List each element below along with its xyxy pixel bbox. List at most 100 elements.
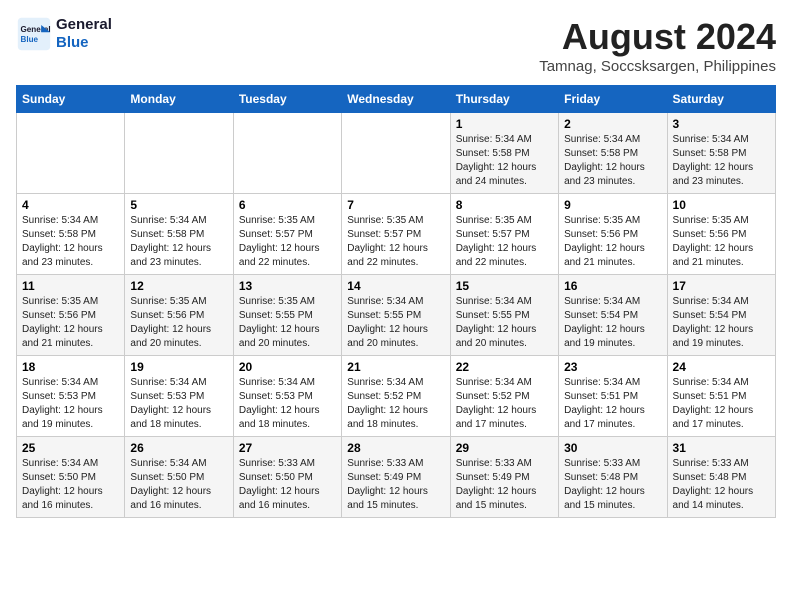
day-info: Sunrise: 5:34 AMSunset: 5:51 PMDaylight:…: [564, 376, 661, 432]
calendar-cell: 29 Sunrise: 5:33 AMSunset: 5:49 PMDayligh…: [450, 437, 558, 518]
day-number: 3: [673, 117, 770, 131]
day-info: Sunrise: 5:33 AMSunset: 5:50 PMDaylight:…: [239, 457, 336, 513]
day-number: 22: [456, 360, 553, 374]
day-number: 9: [564, 198, 661, 212]
calendar-cell: 2 Sunrise: 5:34 AMSunset: 5:58 PMDaylight…: [559, 113, 667, 194]
day-info: Sunrise: 5:34 AMSunset: 5:52 PMDaylight:…: [456, 376, 553, 432]
calendar-cell: 30 Sunrise: 5:33 AMSunset: 5:48 PMDayligh…: [559, 437, 667, 518]
day-info: Sunrise: 5:34 AMSunset: 5:58 PMDaylight:…: [130, 214, 227, 270]
day-info: Sunrise: 5:34 AMSunset: 5:58 PMDaylight:…: [22, 214, 119, 270]
week-row-3: 11 Sunrise: 5:35 AMSunset: 5:56 PMDayligh…: [17, 275, 776, 356]
day-info: Sunrise: 5:34 AMSunset: 5:58 PMDaylight:…: [564, 133, 661, 189]
calendar-cell: [17, 113, 125, 194]
day-number: 16: [564, 279, 661, 293]
day-number: 11: [22, 279, 119, 293]
title-area: August 2024 Tamnag, Soccsksargen, Philip…: [539, 16, 776, 75]
day-info: Sunrise: 5:35 AMSunset: 5:57 PMDaylight:…: [456, 214, 553, 270]
day-info: Sunrise: 5:35 AMSunset: 5:55 PMDaylight:…: [239, 295, 336, 351]
calendar-cell: 13 Sunrise: 5:35 AMSunset: 5:55 PMDayligh…: [233, 275, 341, 356]
calendar-cell: 3 Sunrise: 5:34 AMSunset: 5:58 PMDaylight…: [667, 113, 775, 194]
logo-icon: General Blue: [16, 16, 52, 52]
day-number: 20: [239, 360, 336, 374]
day-info: Sunrise: 5:34 AMSunset: 5:58 PMDaylight:…: [673, 133, 770, 189]
calendar-cell: 31 Sunrise: 5:33 AMSunset: 5:48 PMDayligh…: [667, 437, 775, 518]
day-number: 13: [239, 279, 336, 293]
calendar-cell: 18 Sunrise: 5:34 AMSunset: 5:53 PMDayligh…: [17, 356, 125, 437]
day-info: Sunrise: 5:34 AMSunset: 5:55 PMDaylight:…: [347, 295, 444, 351]
day-info: Sunrise: 5:34 AMSunset: 5:51 PMDaylight:…: [673, 376, 770, 432]
day-number: 10: [673, 198, 770, 212]
day-number: 27: [239, 441, 336, 455]
weekday-header-thursday: Thursday: [450, 86, 558, 113]
day-info: Sunrise: 5:34 AMSunset: 5:53 PMDaylight:…: [130, 376, 227, 432]
location-title: Tamnag, Soccsksargen, Philippines: [539, 58, 776, 75]
day-number: 25: [22, 441, 119, 455]
calendar-cell: 12 Sunrise: 5:35 AMSunset: 5:56 PMDayligh…: [125, 275, 233, 356]
month-title: August 2024: [539, 16, 776, 58]
calendar-cell: 10 Sunrise: 5:35 AMSunset: 5:56 PMDayligh…: [667, 194, 775, 275]
weekday-header-sunday: Sunday: [17, 86, 125, 113]
calendar-cell: 21Sunrise: 5:34 AMSunset: 5:52 PMDayligh…: [342, 356, 450, 437]
day-number: 23: [564, 360, 661, 374]
day-number: 29: [456, 441, 553, 455]
day-number: 30: [564, 441, 661, 455]
day-number: 18: [22, 360, 119, 374]
calendar-cell: 4Sunrise: 5:34 AMSunset: 5:58 PMDaylight…: [17, 194, 125, 275]
day-info: Sunrise: 5:35 AMSunset: 5:56 PMDaylight:…: [564, 214, 661, 270]
week-row-2: 4Sunrise: 5:34 AMSunset: 5:58 PMDaylight…: [17, 194, 776, 275]
day-number: 14: [347, 279, 444, 293]
day-number: 28: [347, 441, 444, 455]
header: General Blue General Blue August 2024 Ta…: [16, 16, 776, 75]
day-number: 8: [456, 198, 553, 212]
day-number: 21: [347, 360, 444, 374]
day-info: Sunrise: 5:33 AMSunset: 5:49 PMDaylight:…: [347, 457, 444, 513]
calendar-cell: 11Sunrise: 5:35 AMSunset: 5:56 PMDayligh…: [17, 275, 125, 356]
day-info: Sunrise: 5:34 AMSunset: 5:55 PMDaylight:…: [456, 295, 553, 351]
week-row-5: 25 Sunrise: 5:34 AMSunset: 5:50 PMDayligh…: [17, 437, 776, 518]
day-info: Sunrise: 5:33 AMSunset: 5:48 PMDaylight:…: [673, 457, 770, 513]
day-number: 19: [130, 360, 227, 374]
week-row-4: 18 Sunrise: 5:34 AMSunset: 5:53 PMDayligh…: [17, 356, 776, 437]
calendar-cell: 7Sunrise: 5:35 AMSunset: 5:57 PMDaylight…: [342, 194, 450, 275]
day-number: 26: [130, 441, 227, 455]
day-number: 15: [456, 279, 553, 293]
day-number: 1: [456, 117, 553, 131]
day-info: Sunrise: 5:35 AMSunset: 5:56 PMDaylight:…: [673, 214, 770, 270]
calendar-cell: 26Sunrise: 5:34 AMSunset: 5:50 PMDayligh…: [125, 437, 233, 518]
day-info: Sunrise: 5:33 AMSunset: 5:48 PMDaylight:…: [564, 457, 661, 513]
calendar-cell: 22 Sunrise: 5:34 AMSunset: 5:52 PMDayligh…: [450, 356, 558, 437]
day-number: 17: [673, 279, 770, 293]
calendar-cell: 25 Sunrise: 5:34 AMSunset: 5:50 PMDayligh…: [17, 437, 125, 518]
day-info: Sunrise: 5:33 AMSunset: 5:49 PMDaylight:…: [456, 457, 553, 513]
calendar-cell: 28 Sunrise: 5:33 AMSunset: 5:49 PMDayligh…: [342, 437, 450, 518]
calendar-cell: [125, 113, 233, 194]
weekday-header-wednesday: Wednesday: [342, 86, 450, 113]
calendar-cell: 6Sunrise: 5:35 AMSunset: 5:57 PMDaylight…: [233, 194, 341, 275]
day-number: 7: [347, 198, 444, 212]
calendar-cell: 14 Sunrise: 5:34 AMSunset: 5:55 PMDayligh…: [342, 275, 450, 356]
logo-text-general: General: [56, 16, 112, 34]
calendar-table: SundayMondayTuesdayWednesdayThursdayFrid…: [16, 85, 776, 518]
calendar-cell: 27 Sunrise: 5:33 AMSunset: 5:50 PMDayligh…: [233, 437, 341, 518]
day-number: 6: [239, 198, 336, 212]
calendar-cell: 15 Sunrise: 5:34 AMSunset: 5:55 PMDayligh…: [450, 275, 558, 356]
logo: General Blue General Blue: [16, 16, 112, 52]
day-info: Sunrise: 5:35 AMSunset: 5:56 PMDaylight:…: [130, 295, 227, 351]
day-number: 12: [130, 279, 227, 293]
day-number: 2: [564, 117, 661, 131]
day-info: Sunrise: 5:34 AMSunset: 5:53 PMDaylight:…: [22, 376, 119, 432]
calendar-cell: 17Sunrise: 5:34 AMSunset: 5:54 PMDayligh…: [667, 275, 775, 356]
calendar-cell: [342, 113, 450, 194]
day-info: Sunrise: 5:34 AMSunset: 5:50 PMDaylight:…: [22, 457, 119, 513]
svg-text:Blue: Blue: [21, 35, 39, 44]
weekday-header-friday: Friday: [559, 86, 667, 113]
weekday-header-row: SundayMondayTuesdayWednesdayThursdayFrid…: [17, 86, 776, 113]
day-info: Sunrise: 5:34 AMSunset: 5:53 PMDaylight:…: [239, 376, 336, 432]
day-number: 31: [673, 441, 770, 455]
day-number: 5: [130, 198, 227, 212]
day-info: Sunrise: 5:34 AMSunset: 5:58 PMDaylight:…: [456, 133, 553, 189]
calendar-cell: 8 Sunrise: 5:35 AMSunset: 5:57 PMDaylight…: [450, 194, 558, 275]
calendar-cell: 5 Sunrise: 5:34 AMSunset: 5:58 PMDaylight…: [125, 194, 233, 275]
calendar-cell: 19 Sunrise: 5:34 AMSunset: 5:53 PMDayligh…: [125, 356, 233, 437]
weekday-header-monday: Monday: [125, 86, 233, 113]
